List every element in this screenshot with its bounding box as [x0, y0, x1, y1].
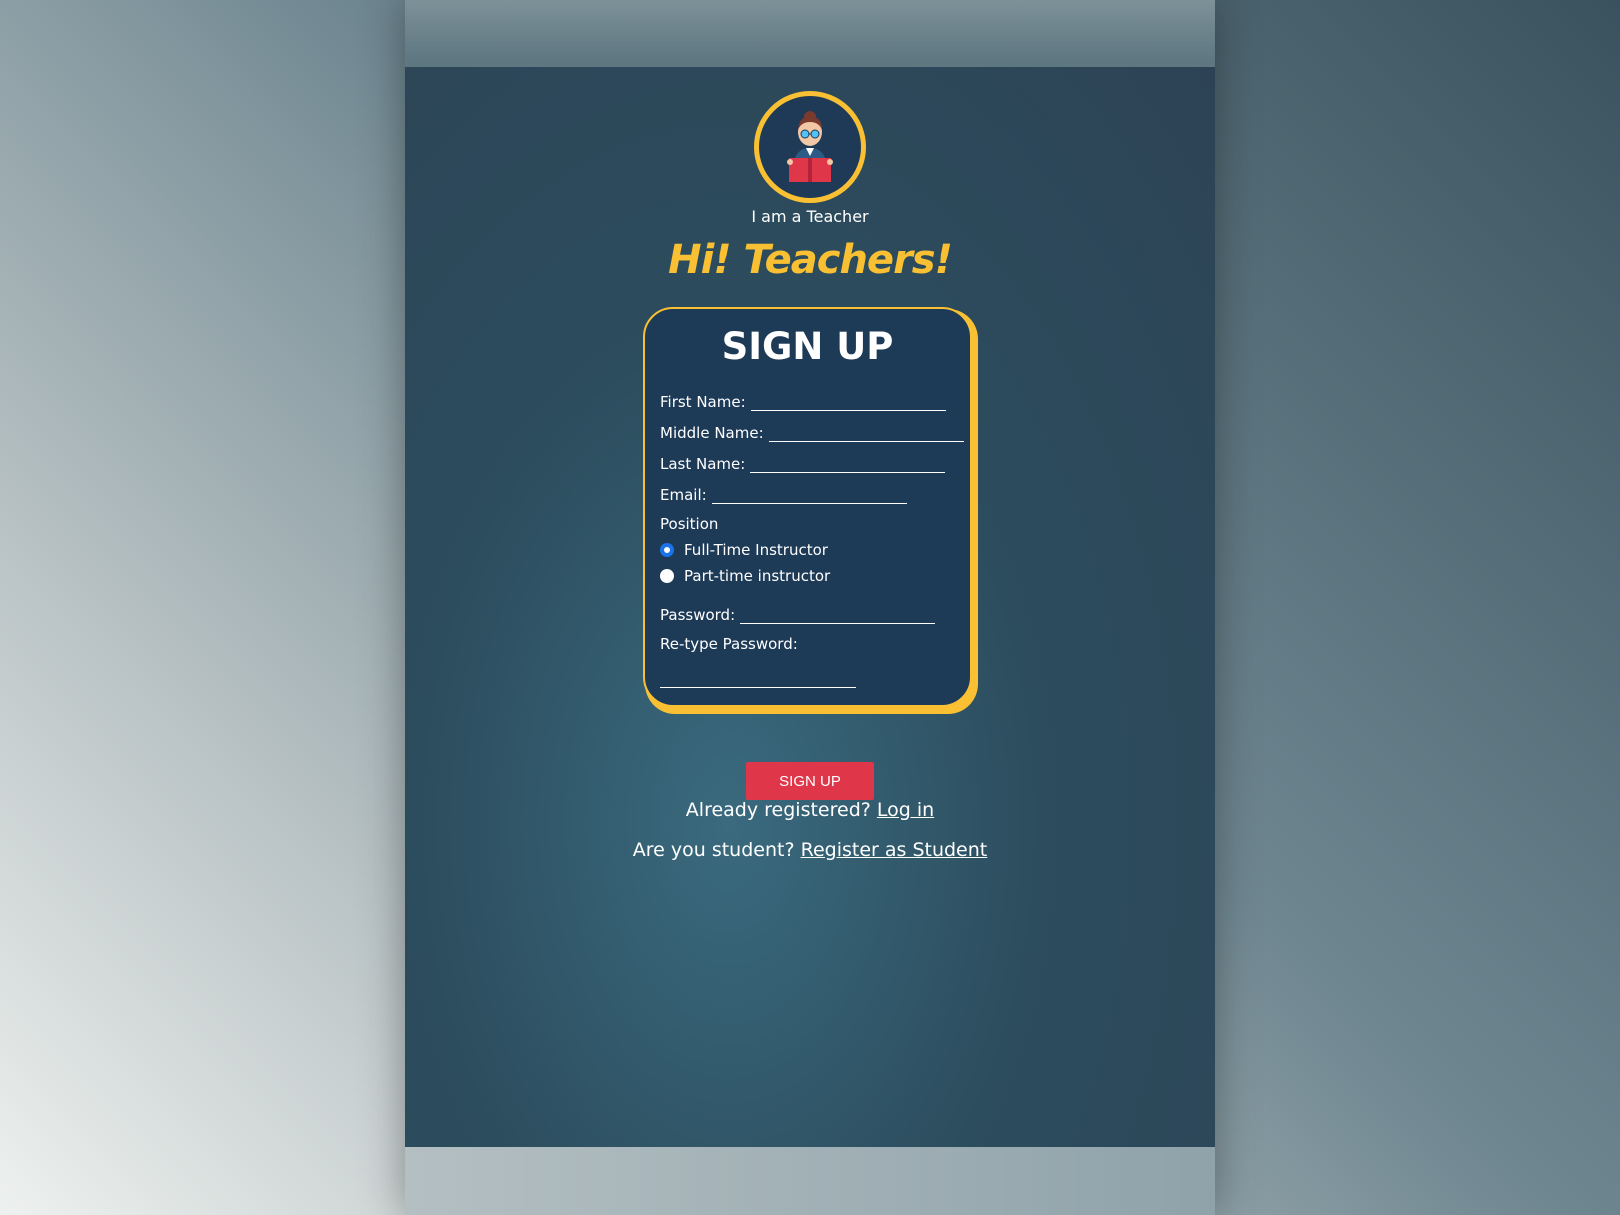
first-name-label: First Name:: [660, 393, 746, 411]
student-prompt-text: Are you student?: [632, 839, 795, 861]
page-footer-strip: [405, 1147, 1215, 1215]
greeting-heading: Hi! Teachers!: [668, 237, 953, 283]
first-name-input[interactable]: [750, 389, 946, 411]
position-label: Position: [660, 515, 719, 533]
student-prompt: Are you student? Register as Student: [405, 839, 1215, 861]
middle-name-input[interactable]: [768, 420, 964, 442]
login-prompt-text: Already registered?: [685, 799, 871, 821]
register-student-link[interactable]: Register as Student: [801, 839, 988, 861]
role-label: I am a Teacher: [751, 207, 869, 226]
password-input[interactable]: [740, 602, 936, 624]
last-name-input[interactable]: [750, 451, 946, 473]
page-column: I am a Teacher Hi! Teachers! SIGN UP Fir…: [405, 0, 1215, 1215]
middle-name-label: Middle Name:: [660, 424, 764, 442]
last-name-row: Last Name:: [660, 451, 946, 473]
chalkboard-panel: I am a Teacher Hi! Teachers! SIGN UP Fir…: [405, 67, 1215, 1147]
first-name-row: First Name:: [660, 389, 946, 411]
radio-part-time-button[interactable]: [660, 569, 674, 583]
password-label: Password:: [660, 606, 736, 624]
teacher-reading-book-icon: [787, 111, 833, 182]
retype-password-label: Re-type Password:: [660, 635, 798, 653]
form-title: SIGN UP: [721, 325, 894, 368]
radio-full-time-button[interactable]: [660, 543, 674, 557]
radio-part-time-label: Part-time instructor: [684, 567, 831, 585]
signup-button[interactable]: SIGN UP: [746, 762, 874, 800]
radio-part-time[interactable]: Part-time instructor: [660, 567, 830, 585]
password-row: Password:: [660, 602, 936, 624]
radio-full-time-label: Full-Time Instructor: [684, 541, 828, 559]
teacher-avatar: [754, 91, 866, 203]
middle-name-row: Middle Name:: [660, 420, 964, 442]
login-prompt: Already registered? Log in: [405, 799, 1215, 821]
login-link[interactable]: Log in: [877, 799, 934, 821]
radio-full-time[interactable]: Full-Time Instructor: [660, 541, 828, 559]
last-name-label: Last Name:: [660, 455, 746, 473]
email-row: Email:: [660, 482, 907, 504]
retype-password-input[interactable]: [660, 664, 856, 688]
email-label: Email:: [660, 486, 707, 504]
signup-form-card: SIGN UP First Name: Middle Name: Last Na…: [643, 307, 972, 707]
email-input[interactable]: [711, 482, 907, 504]
